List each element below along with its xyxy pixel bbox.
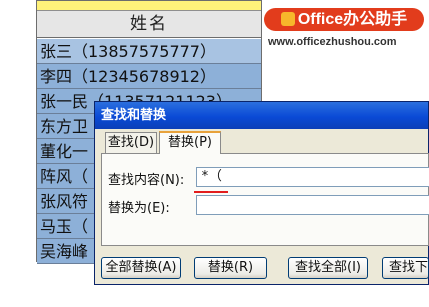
find-next-button[interactable]: 查找下一个(F): [382, 257, 429, 279]
tab-find[interactable]: 查找(D): [105, 132, 157, 154]
find-what-input[interactable]: *（: [196, 167, 429, 187]
find-replace-dialog: 查找和替换 查找(D) 替换(P) 查找内容(N): *（ 替换为(E): 全部…: [94, 101, 429, 285]
table-row[interactable]: 李四（12345678912）: [37, 64, 261, 89]
column-header-name[interactable]: 姓名: [37, 11, 261, 38]
find-what-label: 查找内容(N):: [108, 173, 185, 188]
find-value-highlight-underline: [194, 191, 228, 193]
office-logo-icon: [280, 12, 295, 26]
logo-text: Office办公助手: [297, 11, 408, 28]
highlighted-cell-strip: [37, 1, 261, 11]
replace-button[interactable]: 替换(R): [194, 257, 267, 279]
replace-with-label: 替换为(E):: [108, 201, 170, 216]
replace-all-button[interactable]: 全部替换(A): [101, 257, 181, 279]
find-all-button[interactable]: 查找全部(I): [288, 257, 368, 279]
site-url: www.officezhushou.com: [268, 36, 397, 48]
dialog-title[interactable]: 查找和替换: [95, 102, 428, 129]
office-logo: Office办公助手: [264, 8, 424, 31]
replace-tab-panel: 查找内容(N): *（ 替换为(E):: [101, 153, 429, 246]
replace-with-input[interactable]: [196, 195, 429, 215]
tab-replace[interactable]: 替换(P): [159, 131, 221, 154]
table-row[interactable]: 张三（13857575777）: [37, 39, 261, 64]
